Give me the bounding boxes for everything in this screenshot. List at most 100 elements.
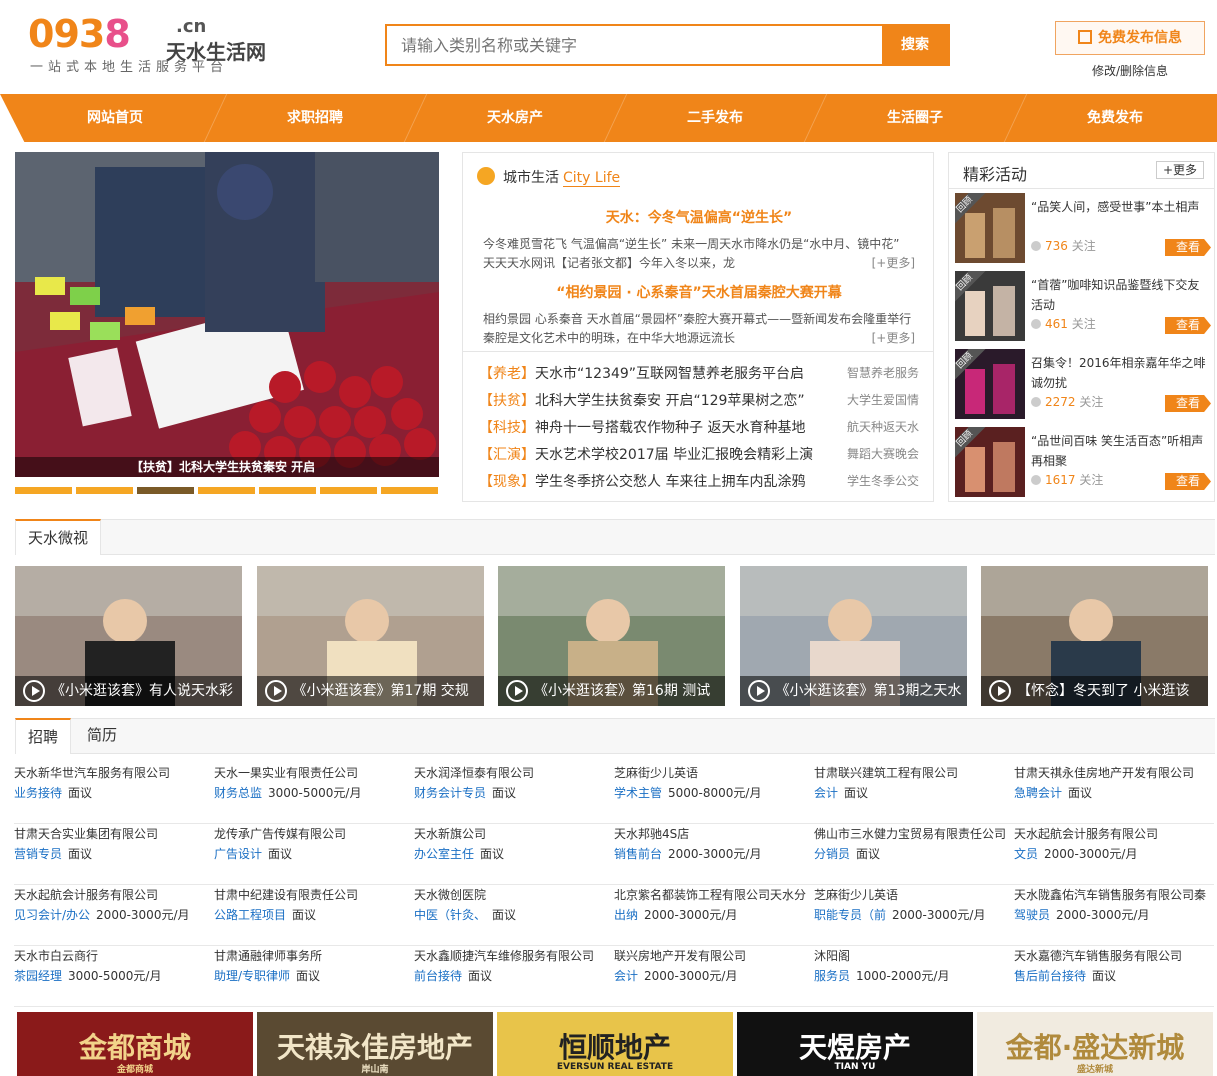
job-position[interactable]: 茶园经理 — [14, 969, 62, 983]
ad-banner[interactable]: 天祺永佳房地产 岸山南 — [257, 1012, 493, 1076]
video-caption[interactable]: 《小米逛该套》第13期之天水 — [739, 676, 967, 706]
tab-resume[interactable]: 简历 — [75, 718, 129, 754]
tab-recruit[interactable]: 招聘 — [15, 718, 72, 754]
job-position[interactable]: 营销专员 — [14, 847, 62, 861]
nav-item-1[interactable]: 求职招聘 — [215, 94, 415, 142]
city-list-text[interactable]: 天水市“12349”互联网智慧养老服务平台启 — [535, 366, 804, 382]
job-position[interactable]: 财务总监 — [214, 786, 262, 800]
event-view-button[interactable]: 查看 — [1165, 317, 1211, 334]
job-position[interactable]: 文员 — [1014, 847, 1038, 861]
job-position[interactable]: 会计 — [614, 969, 638, 983]
video-caption[interactable]: 《小米逛该套》第16期 测试 — [498, 676, 725, 706]
job-company[interactable]: 甘肃中纪建设有限责任公司 — [214, 885, 414, 905]
event-view-button[interactable]: 查看 — [1165, 395, 1211, 412]
job-company[interactable]: 芝麻街少儿英语 — [614, 763, 814, 783]
city-list-text[interactable]: 天水艺术学校2017届 毕业汇报晚会精彩上演 — [535, 447, 813, 463]
slider-dot[interactable] — [320, 487, 377, 494]
city-headline-1[interactable]: 天水：今冬气温偏高“逆生长” — [463, 207, 935, 227]
modify-delete-link[interactable]: 修改/删除信息 — [1055, 62, 1205, 79]
job-company[interactable]: 天水陇鑫佑汽车销售服务有限公司秦 — [1014, 885, 1214, 905]
job-position[interactable]: 会计 — [814, 786, 838, 800]
job-position[interactable]: 出纳 — [614, 908, 638, 922]
job-company[interactable]: 甘肃联兴建筑工程有限公司 — [814, 763, 1014, 783]
event-title[interactable]: “首蓿”咖啡知识品鉴暨线下交友活动 — [1031, 275, 1211, 315]
ad-banner[interactable]: 金都·盛达新城 盛达新城 — [977, 1012, 1213, 1076]
job-company[interactable]: 天水新华世汽车服务有限公司 — [14, 763, 214, 783]
video-caption[interactable]: 《小米逛该套》第17期 交规 — [256, 676, 484, 706]
job-company[interactable]: 天水鑫顺捷汽车维修服务有限公司 — [414, 946, 614, 966]
city-list-keyword[interactable]: 航天种返天水 — [847, 418, 919, 435]
video-card[interactable]: 【怀念】冬天到了 小米逛该 — [981, 566, 1208, 706]
job-company[interactable]: 天水润泽恒泰有限公司 — [414, 763, 614, 783]
video-caption[interactable]: 《小米逛该套》有人说天水彩 — [15, 676, 242, 706]
job-company[interactable]: 联兴房地产开发有限公司 — [614, 946, 814, 966]
job-company[interactable]: 天水嘉德汽车销售服务有限公司 — [1014, 946, 1214, 966]
event-item[interactable]: 回顾 “品笑人间，感受世事”本土相声 736 关注 查看 — [955, 191, 1211, 263]
search-input[interactable] — [387, 26, 883, 64]
job-company[interactable]: 天水起航会计服务有限公司 — [1014, 824, 1214, 844]
job-position[interactable]: 广告设计 — [214, 847, 262, 861]
job-position[interactable]: 学术主管 — [614, 786, 662, 800]
event-item[interactable]: 回顾 “首蓿”咖啡知识品鉴暨线下交友活动 461 关注 查看 — [955, 269, 1211, 341]
job-company[interactable]: 佛山市三水健力宝贸易有限责任公司 — [814, 824, 1014, 844]
city-list-text[interactable]: 学生冬季挤公交愁人 车来往上拥车内乱涂鸦 — [535, 474, 805, 490]
video-card[interactable]: 《小米逛该套》第16期 测试 — [498, 566, 725, 706]
job-position[interactable]: 分销员 — [814, 847, 850, 861]
nav-item-4[interactable]: 生活圈子 — [815, 94, 1015, 142]
job-company[interactable]: 甘肃天合实业集团有限公司 — [14, 824, 214, 844]
ad-banner[interactable]: 金都商城 金都商城 — [17, 1012, 253, 1076]
event-item[interactable]: 回顾 “品世间百味 笑生活百态”听相声再相聚 1617 关注 查看 — [955, 425, 1211, 497]
tab-micro-video[interactable]: 天水微视 — [15, 519, 102, 555]
event-thumbnail[interactable]: 回顾 — [955, 271, 1025, 341]
city-list-item[interactable]: 【养老】天水市“12349”互联网智慧养老服务平台启 智慧养老服务 — [479, 363, 919, 383]
nav-item-5[interactable]: 免费发布 — [1015, 94, 1215, 142]
event-item[interactable]: 回顾 召集令！2016年相亲嘉年华之啡诚勿扰 2272 关注 查看 — [955, 347, 1211, 419]
search-button[interactable]: 搜索 — [882, 26, 948, 64]
city-list-keyword[interactable]: 大学生爱国情 — [847, 391, 919, 408]
job-position[interactable]: 助理/专职律师 — [214, 969, 290, 983]
event-view-button[interactable]: 查看 — [1165, 473, 1211, 490]
city-list-item[interactable]: 【扶贫】北科大学生扶贫秦安 开启“129苹果树之恋” 大学生爱国情 — [479, 390, 919, 410]
slider-dot[interactable] — [381, 487, 438, 494]
job-company[interactable]: 天水一果实业有限责任公司 — [214, 763, 414, 783]
city-more-1[interactable]: [+更多] — [872, 254, 915, 273]
job-company[interactable]: 北京紫名都装饰工程有限公司天水分 — [614, 885, 814, 905]
nav-item-3[interactable]: 二手发布 — [615, 94, 815, 142]
job-company[interactable]: 甘肃天祺永佳房地产开发有限公司 — [1014, 763, 1214, 783]
event-thumbnail[interactable]: 回顾 — [955, 193, 1025, 263]
city-list-keyword[interactable]: 学生冬季公交 — [847, 472, 919, 489]
events-more-button[interactable]: +更多 — [1156, 161, 1204, 179]
slider-dot[interactable] — [137, 487, 194, 494]
job-position[interactable]: 财务会计专员 — [414, 786, 486, 800]
job-company[interactable]: 天水新旗公司 — [414, 824, 614, 844]
event-thumbnail[interactable]: 回顾 — [955, 349, 1025, 419]
job-position[interactable]: 前台接待 — [414, 969, 462, 983]
video-card[interactable]: 《小米逛该套》第13期之天水 — [739, 566, 967, 706]
job-position[interactable]: 服务员 — [814, 969, 850, 983]
job-company[interactable]: 天水微创医院 — [414, 885, 614, 905]
job-position[interactable]: 驾驶员 — [1014, 908, 1050, 922]
city-list-keyword[interactable]: 舞蹈大赛晚会 — [847, 445, 919, 462]
city-list-item[interactable]: 【汇演】天水艺术学校2017届 毕业汇报晚会精彩上演 舞蹈大赛晚会 — [479, 444, 919, 464]
city-list-text[interactable]: 北科大学生扶贫秦安 开启“129苹果树之恋” — [535, 393, 805, 409]
video-caption[interactable]: 【怀念】冬天到了 小米逛该 — [981, 676, 1208, 706]
job-company[interactable]: 天水起航会计服务有限公司 — [14, 885, 214, 905]
event-view-button[interactable]: 查看 — [1165, 239, 1211, 256]
slider-dot[interactable] — [15, 487, 72, 494]
city-list-item[interactable]: 【科技】神舟十一号搭载农作物种子 返天水育种基地 航天种返天水 — [479, 417, 919, 437]
play-icon[interactable] — [23, 680, 45, 702]
job-position[interactable]: 业务接待 — [14, 786, 62, 800]
play-icon[interactable] — [264, 680, 287, 702]
slider-dot[interactable] — [259, 487, 316, 494]
job-company[interactable]: 天水邦驰4S店 — [614, 824, 814, 844]
event-title[interactable]: “品世间百味 笑生活百态”听相声再相聚 — [1031, 431, 1211, 471]
slider-dot[interactable] — [198, 487, 255, 494]
city-headline-2[interactable]: “相约景园 · 心系秦音”天水首届秦腔大赛开幕 — [463, 282, 935, 302]
job-position[interactable]: 公路工程项目 — [214, 908, 286, 922]
event-title[interactable]: “品笑人间，感受世事”本土相声 — [1031, 197, 1211, 217]
job-position[interactable]: 急聘会计 — [1014, 786, 1062, 800]
city-list-keyword[interactable]: 智慧养老服务 — [847, 364, 919, 381]
news-slider[interactable]: 【扶贫】北科大学生扶贫秦安 开启 — [15, 152, 439, 477]
play-icon[interactable] — [506, 680, 528, 702]
publish-info-button[interactable]: 免费发布信息 — [1055, 21, 1205, 55]
